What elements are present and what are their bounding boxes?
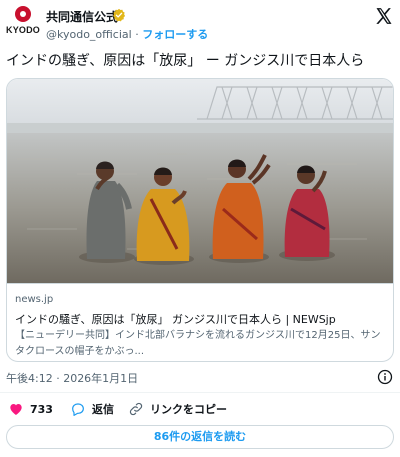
card-description: 【ニューデリー共同】インド北部バラナシを流れるガンジス川で12月25日、サンタク… <box>15 330 381 357</box>
divider <box>0 392 400 393</box>
reply-bubble-icon <box>72 403 84 416</box>
reply-button[interactable]: 返信 <box>70 398 114 420</box>
card-domain: news.jp <box>15 294 54 305</box>
kyodo-logo-icon <box>15 6 31 22</box>
avatar[interactable]: KYODO <box>6 6 40 42</box>
account-handle[interactable]: @kyodo_official <box>46 28 132 41</box>
tweet-text: インドの騒ぎ、原因は「放尿」 ー ガンジス川で日本人ら <box>6 53 365 69</box>
avatar-logo-text: KYODO <box>6 25 41 35</box>
handle-row: @kyodo_official · フォローする <box>46 26 208 42</box>
card-meta: news.jp インドの騒ぎ、原因は「放尿」 ガンジス川で日本人ら | NEWS… <box>7 283 393 361</box>
like-button[interactable]: 733 <box>8 398 53 420</box>
news-photo[interactable] <box>7 79 393 283</box>
action-bar: 733 返信 リンクをコピー <box>0 398 400 420</box>
link-card[interactable]: news.jp インドの騒ぎ、原因は「放尿」 ガンジス川で日本人ら | NEWS… <box>6 78 394 362</box>
x-logo-icon[interactable] <box>374 6 394 26</box>
account-name[interactable]: 共同通信公式 <box>46 8 118 25</box>
follow-button[interactable]: フォローする <box>142 28 208 41</box>
link-icon <box>129 402 143 416</box>
copy-link-label: リンクをコピー <box>150 403 227 416</box>
card-title[interactable]: インドの騒ぎ、原因は「放尿」 ガンジス川で日本人ら | NEWSjp <box>15 311 336 327</box>
info-icon[interactable] <box>377 369 393 385</box>
tweet-header: KYODO 共同通信公式 @kyodo_official · フォローする <box>0 0 400 44</box>
heart-icon <box>10 404 22 415</box>
read-replies-button[interactable]: 86件の返信を読む <box>6 425 394 449</box>
reply-label: 返信 <box>92 403 114 416</box>
copy-link-button[interactable]: リンクをコピー <box>128 398 227 420</box>
like-count: 733 <box>30 402 53 416</box>
tweet-timestamp[interactable]: 午後4:12 · 2026年1月1日 <box>6 370 138 386</box>
separator-dot: · <box>135 28 139 41</box>
verified-badge-icon <box>113 8 126 22</box>
